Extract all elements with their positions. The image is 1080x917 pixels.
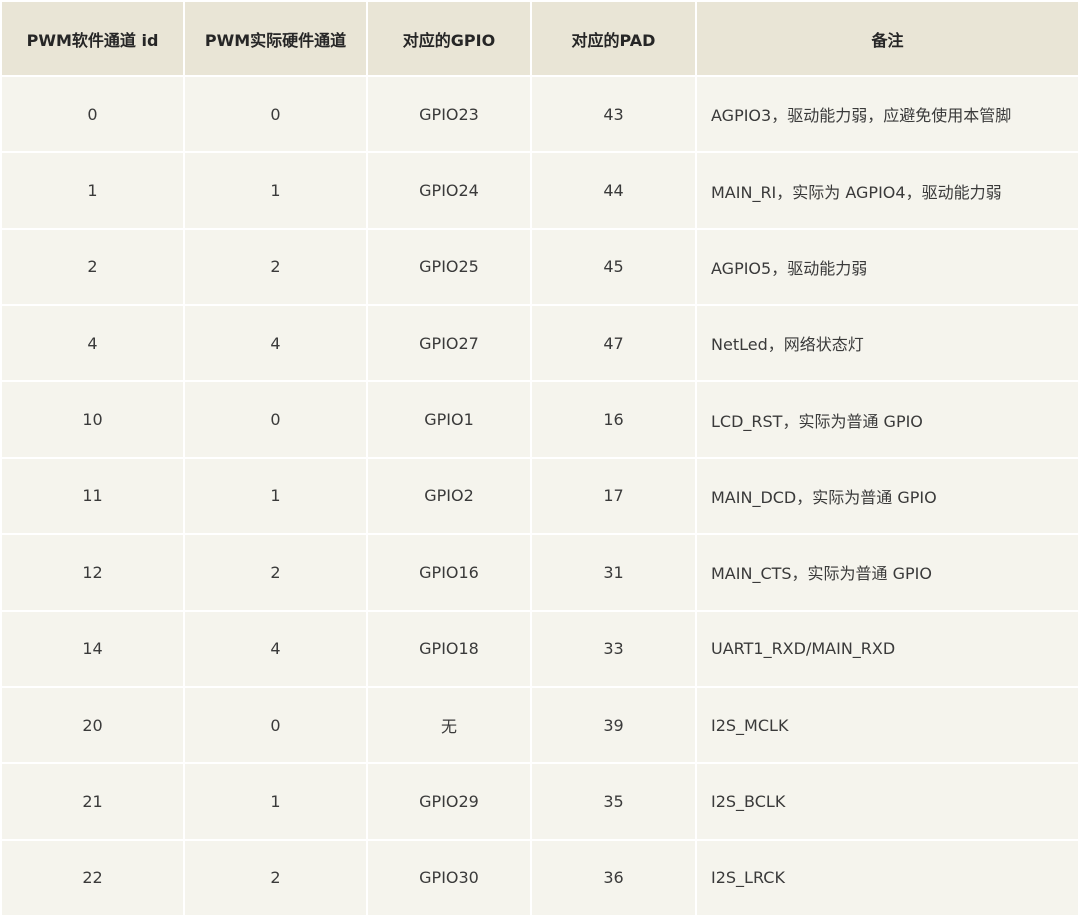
table-row: 22 2 GPIO30 36 I2S_LRCK [2,840,1078,915]
table-header: PWM软件通道 id PWM实际硬件通道 对应的GPIO 对应的PAD 备注 [2,2,1078,75]
cell-gpio: 无 [368,687,530,763]
cell-pad: 31 [532,535,695,610]
cell-software-channel-id: 12 [2,535,183,610]
table-body: 0 0 GPIO23 43 AGPIO3，驱动能力弱，应避免使用本管脚 1 1 … [2,77,1078,915]
cell-hardware-channel: 1 [185,764,366,839]
cell-remark: MAIN_RI，实际为 AGPIO4，驱动能力弱 [697,153,1078,228]
cell-remark: I2S_LRCK [697,840,1078,915]
header-gpio: 对应的GPIO [368,2,530,75]
cell-hardware-channel: 1 [185,458,366,534]
cell-gpio: GPIO27 [368,306,530,381]
table-row: 4 4 GPIO27 47 NetLed，网络状态灯 [2,306,1078,381]
cell-hardware-channel: 2 [185,229,366,305]
pwm-channel-table-container: PWM软件通道 id PWM实际硬件通道 对应的GPIO 对应的PAD 备注 0… [0,0,1080,917]
cell-remark: I2S_MCLK [697,687,1078,763]
cell-software-channel-id: 22 [2,840,183,915]
pwm-channel-table: PWM软件通道 id PWM实际硬件通道 对应的GPIO 对应的PAD 备注 0… [0,0,1080,917]
cell-software-channel-id: 10 [2,382,183,457]
cell-remark: AGPIO5，驱动能力弱 [697,229,1078,305]
cell-software-channel-id: 14 [2,611,183,686]
header-remark: 备注 [697,2,1078,75]
cell-pad: 39 [532,687,695,763]
cell-software-channel-id: 4 [2,306,183,381]
cell-remark: I2S_BCLK [697,764,1078,839]
cell-remark: AGPIO3，驱动能力弱，应避免使用本管脚 [697,77,1078,152]
cell-gpio: GPIO16 [368,535,530,610]
table-row: 1 1 GPIO24 44 MAIN_RI，实际为 AGPIO4，驱动能力弱 [2,153,1078,228]
cell-pad: 47 [532,306,695,381]
cell-gpio: GPIO2 [368,458,530,534]
table-row: 21 1 GPIO29 35 I2S_BCLK [2,764,1078,839]
cell-pad: 35 [532,764,695,839]
table-row: 2 2 GPIO25 45 AGPIO5，驱动能力弱 [2,229,1078,305]
cell-gpio: GPIO1 [368,382,530,457]
cell-pad: 33 [532,611,695,686]
cell-pad: 17 [532,458,695,534]
table-row: 10 0 GPIO1 16 LCD_RST，实际为普通 GPIO [2,382,1078,457]
cell-gpio: GPIO29 [368,764,530,839]
cell-hardware-channel: 4 [185,611,366,686]
table-row: 12 2 GPIO16 31 MAIN_CTS，实际为普通 GPIO [2,535,1078,610]
cell-pad: 16 [532,382,695,457]
cell-gpio: GPIO23 [368,77,530,152]
cell-hardware-channel: 0 [185,77,366,152]
cell-pad: 36 [532,840,695,915]
cell-pad: 43 [532,77,695,152]
cell-remark: NetLed，网络状态灯 [697,306,1078,381]
cell-pad: 44 [532,153,695,228]
cell-gpio: GPIO25 [368,229,530,305]
cell-remark: LCD_RST，实际为普通 GPIO [697,382,1078,457]
cell-software-channel-id: 2 [2,229,183,305]
cell-gpio: GPIO24 [368,153,530,228]
cell-pad: 45 [532,229,695,305]
header-row: PWM软件通道 id PWM实际硬件通道 对应的GPIO 对应的PAD 备注 [2,2,1078,75]
table-row: 14 4 GPIO18 33 UART1_RXD/MAIN_RXD [2,611,1078,686]
cell-hardware-channel: 1 [185,153,366,228]
cell-remark: MAIN_CTS，实际为普通 GPIO [697,535,1078,610]
cell-remark: UART1_RXD/MAIN_RXD [697,611,1078,686]
cell-remark: MAIN_DCD，实际为普通 GPIO [697,458,1078,534]
header-pad: 对应的PAD [532,2,695,75]
cell-software-channel-id: 0 [2,77,183,152]
cell-gpio: GPIO18 [368,611,530,686]
cell-hardware-channel: 0 [185,687,366,763]
cell-hardware-channel: 2 [185,840,366,915]
cell-software-channel-id: 11 [2,458,183,534]
cell-hardware-channel: 4 [185,306,366,381]
table-row: 0 0 GPIO23 43 AGPIO3，驱动能力弱，应避免使用本管脚 [2,77,1078,152]
cell-hardware-channel: 2 [185,535,366,610]
cell-gpio: GPIO30 [368,840,530,915]
cell-software-channel-id: 1 [2,153,183,228]
cell-software-channel-id: 21 [2,764,183,839]
cell-software-channel-id: 20 [2,687,183,763]
table-row: 20 0 无 39 I2S_MCLK [2,687,1078,763]
table-row: 11 1 GPIO2 17 MAIN_DCD，实际为普通 GPIO [2,458,1078,534]
header-hardware-channel: PWM实际硬件通道 [185,2,366,75]
cell-hardware-channel: 0 [185,382,366,457]
header-software-channel-id: PWM软件通道 id [2,2,183,75]
